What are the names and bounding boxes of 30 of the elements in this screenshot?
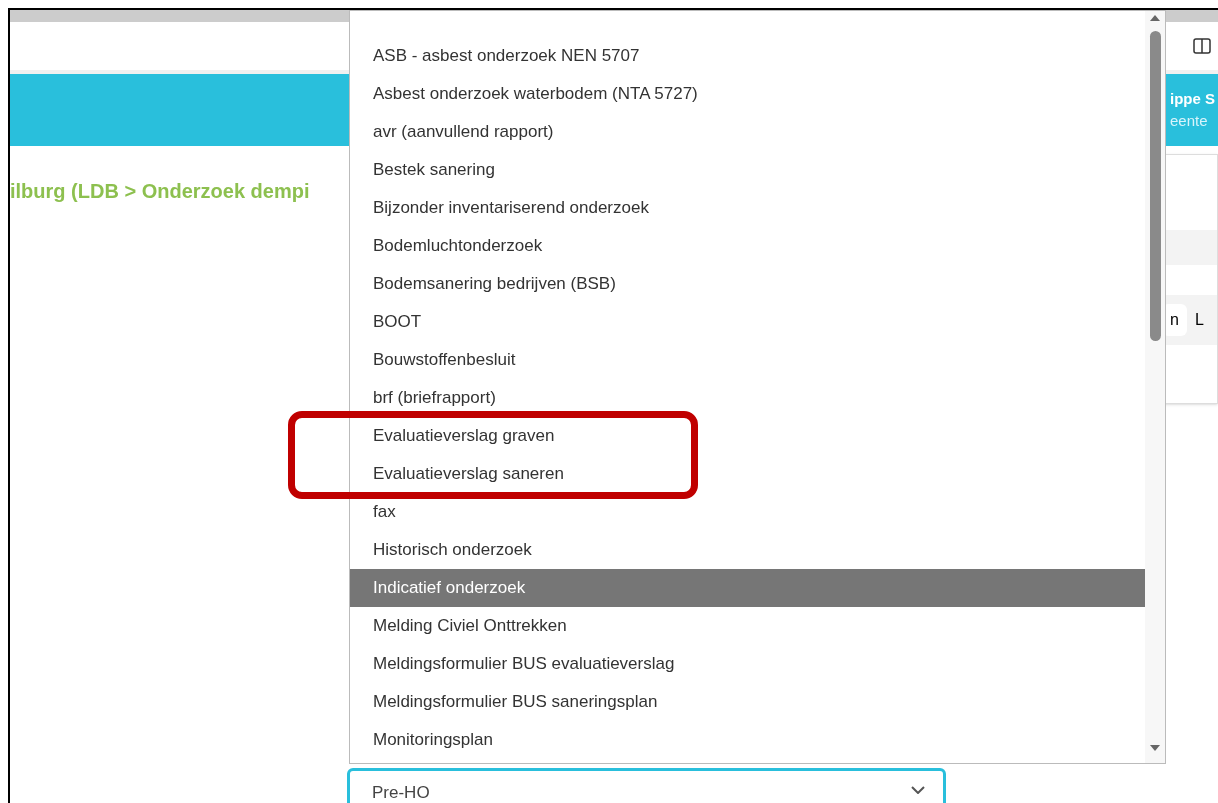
dropdown-option[interactable]: ASB - asbest onderzoek NEN 5707: [350, 37, 1145, 75]
dropdown-option[interactable]: Asbest onderzoek waterbodem (NTA 5727): [350, 75, 1145, 113]
dropdown-option[interactable]: Evaluatieverslag saneren: [350, 455, 1145, 493]
dropdown-option[interactable]: Bijzonder inventariserend onderzoek: [350, 189, 1145, 227]
dropdown-option[interactable]: Melding Civiel Onttrekken: [350, 607, 1145, 645]
user-name: ippe S: [1170, 88, 1216, 109]
split-view-icon[interactable]: [1192, 36, 1212, 56]
user-role: eente: [1170, 111, 1209, 131]
select-field[interactable]: Pre-HO: [347, 768, 946, 803]
scrollbar[interactable]: [1145, 11, 1165, 763]
select-value: Pre-HO: [372, 782, 431, 803]
dropdown-option[interactable]: Meldingsformulier BUS saneringsplan: [350, 683, 1145, 721]
scroll-down-icon[interactable]: [1150, 745, 1160, 751]
dropdown-option[interactable]: Bestek sanering: [350, 151, 1145, 189]
dropdown-option[interactable]: Evaluatieverslag graven: [350, 417, 1145, 455]
dropdown-option[interactable]: Bodemluchtonderzoek: [350, 227, 1145, 265]
dropdown-option[interactable]: Monitoringsplan: [350, 721, 1145, 759]
dropdown-option[interactable]: Historisch onderzoek: [350, 531, 1145, 569]
chevron-down-icon: [911, 786, 925, 794]
dropdown-option[interactable]: avr (aanvullend rapport): [350, 113, 1145, 151]
scrollbar-thumb[interactable]: [1149, 31, 1161, 341]
breadcrumb: ilburg (LDB > Onderzoek dempi: [10, 180, 310, 202]
dropdown-option[interactable]: Bouwstoffenbesluit: [350, 341, 1145, 379]
tab[interactable]: L: [1190, 304, 1208, 336]
dropdown-option[interactable]: Meldingsformulier BUS evaluatieverslag: [350, 645, 1145, 683]
dropdown-option[interactable]: Indicatief onderzoek: [350, 569, 1145, 607]
dropdown-option[interactable]: brf (briefrapport): [350, 379, 1145, 417]
dropdown-option[interactable]: BOOT: [350, 303, 1145, 341]
dropdown-option[interactable]: Bodemsanering bedrijven (BSB): [350, 265, 1145, 303]
dropdown-option[interactable]: fax: [350, 493, 1145, 531]
